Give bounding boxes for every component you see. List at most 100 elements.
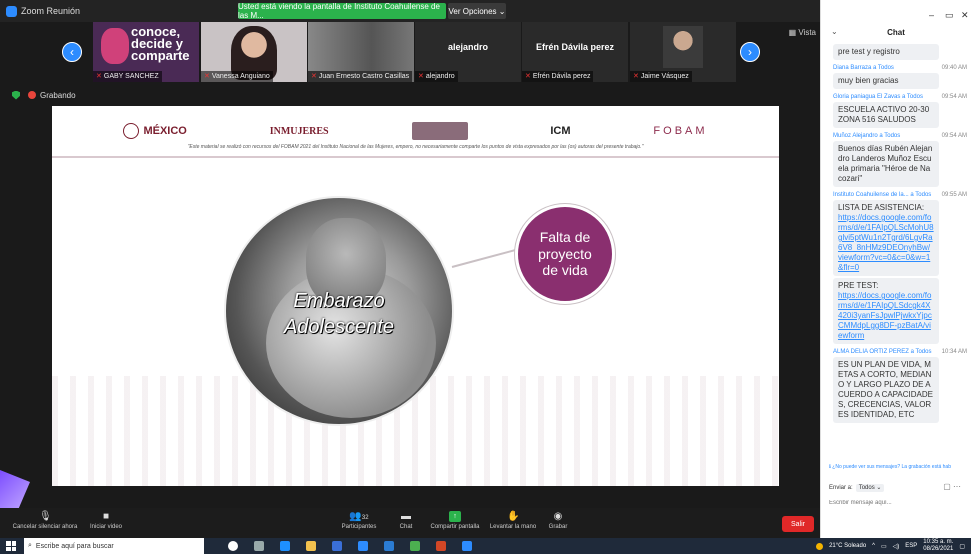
word-icon[interactable] [384,541,394,551]
next-page-arrow-icon[interactable]: › [740,42,760,62]
zoom-app-icon [6,5,17,17]
chat-bubble-icon: ▬ [401,511,411,522]
cortana-icon[interactable] [228,541,238,551]
volume-icon[interactable]: ◁) [893,543,900,550]
tile-name: ✕ Juan Ernesto Castro Casillas [308,71,413,82]
mic-muted-icon: ✕ [311,73,317,80]
taskbar-search[interactable]: ⌕ Escribe aquí para buscar [24,538,204,554]
chat-input[interactable] [829,496,961,510]
file-icon[interactable]: ▢ ⋯ [943,482,961,491]
video-tile[interactable]: alejandro ✕ alejandro [415,22,521,82]
purple-callout-text: Falta de proyecto de vida [538,228,592,279]
video-tile[interactable]: conoce, decide y comparte ✕ GABY SANCHEZ [93,22,199,82]
tile-label: alejandro [447,42,488,52]
tile-label: conoce, decide y comparte [131,24,190,63]
hand-icon: ✋ [507,511,520,522]
task-view-icon[interactable] [254,541,264,551]
store-icon[interactable] [332,541,342,551]
minimize-icon[interactable]: – [929,10,934,20]
message-time: 09:54 AM [941,133,967,139]
message-sender: Muñoz Alejandro a Todos [833,133,901,139]
recording-bar: Grabando [0,84,820,106]
logo-icm: ICM [550,125,571,137]
logo-mexico: MÉXICO [123,123,187,139]
purple-callout: Falta de proyecto de vida [515,204,615,304]
message-link[interactable]: https://docs.google.com/forms/d/e/1FAIpQ… [838,213,934,272]
message-time: 09:40 AM [941,65,967,71]
circle-text-line1: Embarazo [293,290,385,312]
close-icon[interactable]: ✕ [961,10,969,21]
file-explorer-icon[interactable] [306,541,316,551]
video-tile[interactable]: ✕ Vanessa Anguiano [201,22,307,82]
message-text: LISTA DE ASISTENCIA: https://docs.google… [833,200,939,276]
chat-message: ALMA DELIA ORTIZ PEREZ a Todos 10:34 AM E… [833,349,971,423]
weather-text[interactable]: 21°C Soleado [829,543,866,549]
message-sender: ALMA DELIA ORTIZ PEREZ a Todos [833,349,932,355]
participant-video [308,22,414,71]
message-link[interactable]: https://docs.google.com/forms/d/e/1FAIpQ… [838,291,932,340]
mic-muted-icon: ✕ [96,73,102,80]
video-tile[interactable]: ✕ Jaime Vásquez [630,22,736,82]
raise-hand-button[interactable]: ✋ Levantar la mano [488,511,538,530]
clock[interactable]: 10:35 a. m. 08/26/2021 [923,539,953,553]
view-options-label: Ver Opciones [448,6,497,16]
share-screen-icon: ↑ [449,511,461,522]
chat-message: pre test y registro [833,44,971,60]
send-to-select[interactable]: Todos ⌄ [855,484,885,492]
slide-header: MÉXICO INMUJERES ICM FOBAM [52,106,779,158]
start-video-button[interactable]: ■ Iniciar video [86,511,126,530]
chat-message: Muñoz Alejandro a Todos 09:54 AM Buenos d… [833,133,971,187]
zoom-taskbar-icon[interactable] [462,541,472,551]
message-time: 10:34 AM [941,349,967,355]
message-text: ESCUELA ACTIVO 20-30 ZONA 516 SALUDOS [833,102,939,128]
chat-button[interactable]: ▬ Chat [395,511,417,530]
view-options-button[interactable]: Ver Opciones ⌄ [448,3,506,19]
message-text: PRE TEST: https://docs.google.com/forms/… [833,278,939,344]
video-tile[interactable]: Efrén Dávila perez ✕ Efrén Dávila perez [522,22,628,82]
logo-inmujeres: INMUJERES [269,125,329,137]
network-icon[interactable]: ▭ [881,543,887,550]
view-button[interactable]: ▦ Vista [789,28,816,37]
video-tile[interactable]: ✕ Juan Ernesto Castro Casillas [308,22,414,82]
tile-name: ✕ Jaime Vásquez [630,71,692,82]
message-sender: Instituto Coahuilense de la... a Todos [833,192,932,198]
edge-icon[interactable] [280,541,290,551]
weather-icon [816,542,824,550]
record-button[interactable]: ◉ Grabar [546,511,570,530]
mexico-seal-icon [123,123,140,139]
share-screen-button[interactable]: ↑ Compartir pantalla [428,511,482,530]
recording-label: Grabando [40,90,76,100]
pregnancy-photo: Embarazo Adolescente [224,196,454,426]
notifications-icon[interactable]: ▢ [959,543,965,550]
recording-notice[interactable]: ℹ ¿No puede ver sus mensajes? La grabaci… [829,464,971,470]
circle-text-line2: Adolescente [283,316,395,338]
restore-icon[interactable]: ▭ [945,10,954,21]
participant-logo [101,28,129,64]
system-tray: 21°C Soleado ^ ▭ ◁) ESP 10:35 a. m. 08/26… [816,538,965,554]
prev-page-arrow-icon[interactable]: ‹ [62,42,82,62]
tile-name: ✕ Efrén Dávila perez [522,71,594,82]
mail-icon[interactable] [358,541,368,551]
leave-button[interactable]: Salir [782,516,814,532]
recording-dot-icon [28,91,36,99]
logo-coahuila [411,122,468,140]
message-text: Buenos días Rubén Alejandro Landeros Muñ… [833,141,939,187]
participants-button[interactable]: 👥32 Participantes [334,511,384,530]
message-time: 09:55 AM [941,192,967,198]
unmute-button[interactable]: 🎙 Cancelar silenciar ahora [10,511,80,530]
chat-header: – ▭ ✕ ⌄ Chat [821,0,971,40]
windows-start-icon[interactable] [6,541,16,551]
chrome-icon[interactable] [410,541,420,551]
language-indicator[interactable]: ESP [905,543,917,549]
message-text: pre test y registro [833,44,939,60]
window-title: Zoom Reunión [21,6,81,16]
message-text: ES UN PLAN DE VIDA, METAS A CORTO, MEDIA… [833,357,939,423]
powerpoint-icon[interactable] [436,541,446,551]
meeting-toolbar: 🎙 Cancelar silenciar ahora ■ Iniciar video… [0,508,820,538]
participant-photo [663,26,703,68]
mic-muted-icon: ✕ [418,73,424,80]
windows-taskbar: ⌕ Escribe aquí para buscar 21°C Soleado ^… [0,538,971,554]
chat-message: Instituto Coahuilense de la... a Todos 09… [833,192,971,344]
chevron-up-icon[interactable]: ^ [872,543,875,549]
message-text: muy bien gracias [833,73,939,89]
